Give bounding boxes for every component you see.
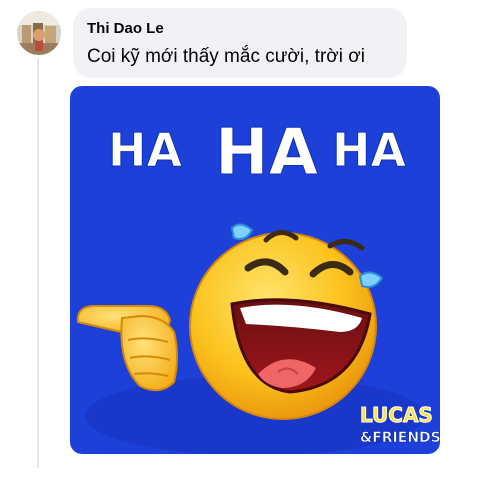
comment-bubble: Thi Dao Le Coi kỹ mới thấy mắc cười, trờ… xyxy=(73,8,407,78)
headline-ha-1: HA xyxy=(108,123,182,177)
comment-thread: Thi Dao Le Coi kỹ mới thấy mắc cười, trờ… xyxy=(0,0,500,488)
logo-line-2: &FRIENDS xyxy=(360,430,440,446)
comment-author-name[interactable]: Thi Dao Le xyxy=(87,19,164,38)
comment-text: Coi kỹ mới thấy mắc cười, trời ơi xyxy=(87,46,365,67)
lucas-friends-logo: LUCAS &FRIENDS xyxy=(360,403,441,447)
avatar[interactable] xyxy=(17,11,61,55)
logo-line-1: LUCAS xyxy=(360,403,433,427)
thread-connector-line xyxy=(37,58,39,468)
headline-ha-big: HA xyxy=(215,116,319,190)
sticker-graphic: HA HA HA LUCAS &FRIENDS xyxy=(70,86,440,454)
laughing-sticker-image[interactable]: HA HA HA LUCAS &FRIENDS xyxy=(70,86,440,454)
avatar-photo xyxy=(17,11,61,55)
headline-ha-2: HA xyxy=(332,123,406,177)
